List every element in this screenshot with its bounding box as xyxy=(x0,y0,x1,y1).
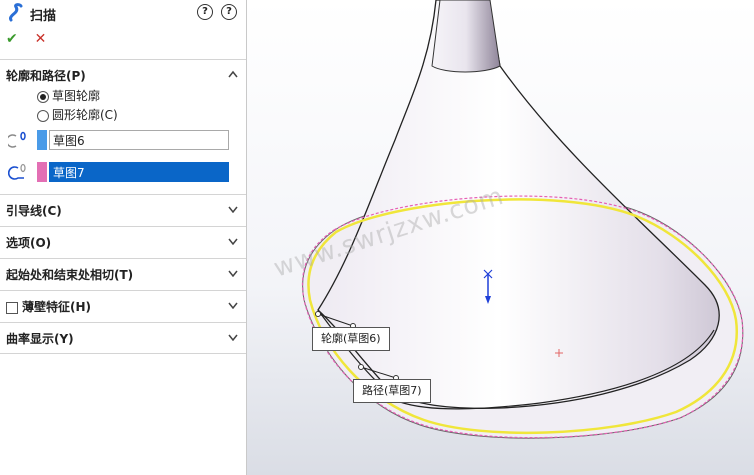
group-profile-path-header[interactable]: 轮廓和路径(P) xyxy=(0,59,246,89)
profile-color-swatch xyxy=(37,130,47,150)
property-manager: 扫描 ? ? ✔ ✕ 轮廓和路径(P) 草图轮廓 圆形轮廓(C) 草图6 草图7 xyxy=(0,0,247,475)
path-color-swatch xyxy=(37,162,47,182)
graphics-viewport[interactable]: www.swrjzxw.com 轮廓(草图6) 路径(草图7) xyxy=(247,0,754,475)
radio-sketch-profile[interactable]: 草图轮廓 xyxy=(37,87,100,104)
chevron-down-icon[interactable] xyxy=(228,333,238,341)
profile-selection-box[interactable]: 草图6 xyxy=(49,130,229,150)
profile-callout[interactable]: 轮廓(草图6) xyxy=(312,327,390,351)
group-options-label: 选项(O) xyxy=(6,236,52,250)
group-curvature-header[interactable]: 曲率显示(Y) xyxy=(0,322,246,352)
chevron-down-icon[interactable] xyxy=(228,269,238,277)
radio-circular-profile[interactable]: 圆形轮廓(C) xyxy=(37,106,118,123)
sweep-feature-icon xyxy=(6,3,26,26)
chevron-down-icon[interactable] xyxy=(228,301,238,309)
radio-button[interactable] xyxy=(37,90,49,103)
path-selection-box[interactable]: 草图7 xyxy=(49,162,229,182)
group-curvature-label: 曲率显示(Y) xyxy=(6,332,74,346)
group-options-header[interactable]: 选项(O) xyxy=(0,226,246,256)
detailed-preview-icon[interactable]: ? xyxy=(197,4,213,20)
callout-anchor xyxy=(358,364,364,370)
help-icon[interactable]: ? xyxy=(221,4,237,20)
radio-button[interactable] xyxy=(37,109,49,122)
profile-icon xyxy=(6,131,30,152)
radio-label: 草图轮廓 xyxy=(52,89,101,103)
path-callout[interactable]: 路径(草图7) xyxy=(353,379,431,403)
path-icon xyxy=(7,163,30,184)
page-title: 扫描 xyxy=(30,9,57,24)
thin-feature-label: 薄壁特征(H) xyxy=(22,300,92,314)
group-tangency-header[interactable]: 起始处和结束处相切(T) xyxy=(0,258,246,288)
action-row: ✔ ✕ xyxy=(6,31,46,47)
stem xyxy=(431,0,501,73)
callout-anchor xyxy=(315,311,321,317)
radio-label: 圆形轮廓(C) xyxy=(52,108,118,122)
chevron-up-icon[interactable] xyxy=(228,70,238,78)
group-guides-label: 引导线(C) xyxy=(6,204,62,218)
divider xyxy=(0,353,246,354)
thin-feature-checkbox[interactable] xyxy=(6,301,18,314)
group-thin-feature-label: 薄壁特征(H) xyxy=(6,298,91,315)
ok-icon[interactable]: ✔ xyxy=(6,31,18,47)
cancel-icon[interactable]: ✕ xyxy=(35,31,47,47)
group-profile-path-label: 轮廓和路径(P) xyxy=(6,69,86,83)
chevron-down-icon[interactable] xyxy=(228,237,238,245)
property-manager-header: 扫描 ? ? xyxy=(0,0,246,26)
chevron-down-icon[interactable] xyxy=(228,205,238,213)
group-guides-header[interactable]: 引导线(C) xyxy=(0,194,246,224)
group-thin-feature-header[interactable]: 薄壁特征(H) xyxy=(0,290,246,320)
group-tangency-label: 起始处和结束处相切(T) xyxy=(6,268,134,282)
